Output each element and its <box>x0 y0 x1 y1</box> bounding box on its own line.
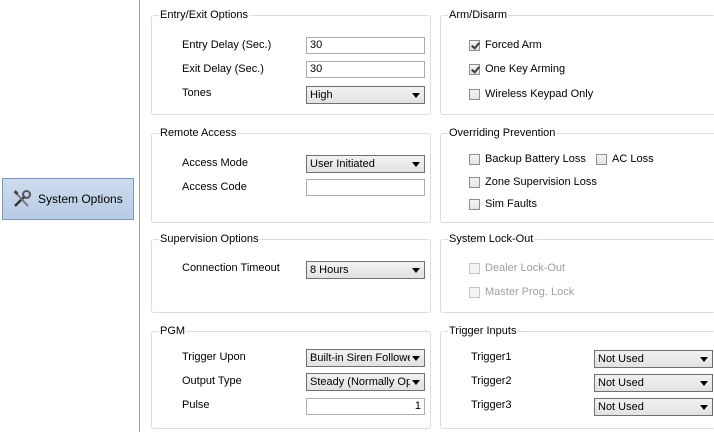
wireless-keypad-only-checkbox[interactable]: Wireless Keypad Only <box>469 88 593 100</box>
chevron-down-icon <box>412 268 420 273</box>
tones-value: High <box>310 89 333 101</box>
sim-faults-label: Sim Faults <box>485 198 537 210</box>
master-prog-lock-label: Master Prog. Lock <box>485 286 575 298</box>
chevron-down-icon <box>412 356 420 361</box>
chevron-down-icon <box>412 380 420 385</box>
sim-faults-checkbox[interactable]: Sim Faults <box>469 198 537 210</box>
connection-timeout-label: Connection Timeout <box>182 262 280 274</box>
remote-access-group: Remote Access <box>151 127 431 223</box>
trigger3-label: Trigger3 <box>471 399 512 411</box>
lockout-group: System Lock-Out <box>440 233 714 313</box>
access-mode-select[interactable]: User Initiated <box>306 155 425 173</box>
output-type-select[interactable]: Steady (Normally Open) <box>306 373 425 391</box>
chevron-down-icon <box>700 357 708 362</box>
arm-disarm-title: Arm/Disarm <box>448 9 509 21</box>
chevron-down-icon <box>700 405 708 410</box>
pulse-input[interactable]: 1 <box>306 398 425 415</box>
connection-timeout-select[interactable]: 8 Hours <box>306 261 425 279</box>
overriding-prevention-title: Overriding Prevention <box>448 127 557 139</box>
checkbox-unchecked-icon <box>596 153 607 165</box>
checkbox-unchecked-icon <box>469 262 480 274</box>
zone-supervision-loss-checkbox[interactable]: Zone Supervision Loss <box>469 176 597 188</box>
trigger3-value: Not Used <box>598 401 644 413</box>
checkbox-unchecked-icon <box>469 176 480 188</box>
trigger-inputs-title: Trigger Inputs <box>448 325 518 337</box>
checkbox-checked-icon <box>469 63 480 75</box>
entry-delay-label: Entry Delay (Sec.) <box>182 39 272 51</box>
system-options-label: System Options <box>38 192 123 206</box>
system-options-button[interactable]: System Options <box>2 178 134 220</box>
trigger3-select[interactable]: Not Used <box>594 398 713 416</box>
master-prog-lock-checkbox[interactable]: Master Prog. Lock <box>469 286 574 298</box>
dealer-lockout-checkbox[interactable]: Dealer Lock-Out <box>469 262 565 274</box>
checkbox-unchecked-icon <box>469 198 480 210</box>
lockout-title: System Lock-Out <box>448 233 535 245</box>
ac-loss-label: AC Loss <box>612 153 654 165</box>
access-code-label: Access Code <box>182 181 247 193</box>
output-type-value: Steady (Normally Open) <box>310 376 410 388</box>
dealer-lockout-label: Dealer Lock-Out <box>485 262 566 274</box>
checkbox-unchecked-icon <box>469 286 480 298</box>
chevron-down-icon <box>412 93 420 98</box>
checkbox-unchecked-icon <box>469 88 480 100</box>
trigger2-value: Not Used <box>598 377 644 389</box>
pulse-label: Pulse <box>182 399 210 411</box>
trigger1-select[interactable]: Not Used <box>594 350 713 368</box>
trigger2-label: Trigger2 <box>471 375 512 387</box>
one-key-arming-checkbox[interactable]: One Key Arming <box>469 63 565 75</box>
access-mode-label: Access Mode <box>182 157 249 169</box>
trigger1-label: Trigger1 <box>471 351 512 363</box>
forced-arm-label: Forced Arm <box>485 39 542 51</box>
tones-select[interactable]: High <box>306 86 425 104</box>
entry-delay-input[interactable]: 30 <box>306 37 425 54</box>
access-mode-value: User Initiated <box>310 158 375 170</box>
supervision-title: Supervision Options <box>159 233 260 245</box>
entry-exit-title: Entry/Exit Options <box>159 9 250 21</box>
backup-battery-loss-checkbox[interactable]: Backup Battery Loss <box>469 153 586 165</box>
access-code-input[interactable] <box>306 179 425 196</box>
checkbox-unchecked-icon <box>469 153 480 165</box>
sidebar: System Options <box>0 0 140 432</box>
output-type-label: Output Type <box>182 375 242 387</box>
exit-delay-label: Exit Delay (Sec.) <box>182 63 264 75</box>
trigger1-value: Not Used <box>598 353 644 365</box>
forced-arm-checkbox[interactable]: Forced Arm <box>469 39 542 51</box>
chevron-down-icon <box>412 162 420 167</box>
trigger-upon-value: Built-in Siren Follower <box>310 352 410 364</box>
zone-supervision-loss-label: Zone Supervision Loss <box>485 176 597 188</box>
trigger2-select[interactable]: Not Used <box>594 374 713 392</box>
wireless-keypad-only-label: Wireless Keypad Only <box>485 88 594 100</box>
one-key-arming-label: One Key Arming <box>485 63 566 75</box>
chevron-down-icon <box>700 381 708 386</box>
tools-icon <box>11 188 33 210</box>
connection-timeout-value: 8 Hours <box>310 264 349 276</box>
trigger-upon-label: Trigger Upon <box>182 351 246 363</box>
pgm-title: PGM <box>159 325 187 337</box>
exit-delay-input[interactable]: 30 <box>306 61 425 78</box>
backup-battery-loss-label: Backup Battery Loss <box>485 153 586 165</box>
trigger-upon-select[interactable]: Built-in Siren Follower <box>306 349 425 367</box>
tones-label: Tones <box>182 87 212 99</box>
ac-loss-checkbox[interactable]: AC Loss <box>596 153 654 165</box>
remote-access-title: Remote Access <box>159 127 238 139</box>
checkbox-checked-icon <box>469 39 480 51</box>
